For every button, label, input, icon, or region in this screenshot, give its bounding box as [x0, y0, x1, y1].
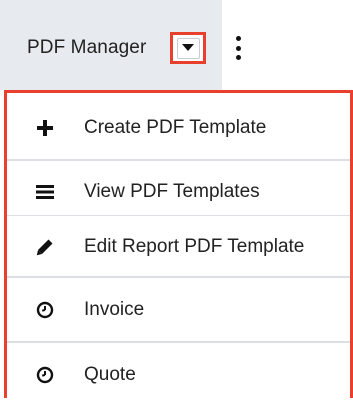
module-bar: PDF Manager — [0, 0, 353, 96]
module-label[interactable]: PDF Manager — [27, 36, 146, 60]
menu-item-label: View PDF Templates — [84, 181, 260, 202]
clock-icon — [33, 298, 57, 322]
pencil-icon — [33, 235, 57, 259]
menu-item-label: Invoice — [84, 299, 145, 320]
dropdown-menu: Create PDF Template View PDF Templates E… — [4, 90, 353, 406]
menu-item-label: Quote — [84, 364, 136, 385]
menu-item-create-pdf-template[interactable]: Create PDF Template — [7, 97, 350, 159]
caret-down-icon — [182, 44, 194, 51]
list-icon — [33, 180, 57, 204]
menu-item-label: Create PDF Template — [84, 117, 267, 138]
plus-icon — [33, 116, 57, 140]
module-dropdown-button[interactable] — [170, 32, 206, 64]
menu-item-quote[interactable]: Quote — [7, 344, 350, 406]
menu-divider — [7, 341, 350, 343]
caret-box[interactable] — [176, 37, 200, 59]
clock-icon — [33, 363, 57, 387]
menu-divider — [7, 276, 350, 278]
kebab-vertical-icon[interactable] — [233, 36, 243, 60]
pdf-manager-tab[interactable]: PDF Manager — [0, 0, 222, 90]
menu-item-edit-report-pdf-template[interactable]: Edit Report PDF Template — [7, 216, 350, 278]
menu-item-invoice[interactable]: Invoice — [7, 279, 350, 341]
menu-item-view-pdf-templates[interactable]: View PDF Templates — [7, 161, 350, 223]
menu-item-label: Edit Report PDF Template — [84, 236, 305, 257]
